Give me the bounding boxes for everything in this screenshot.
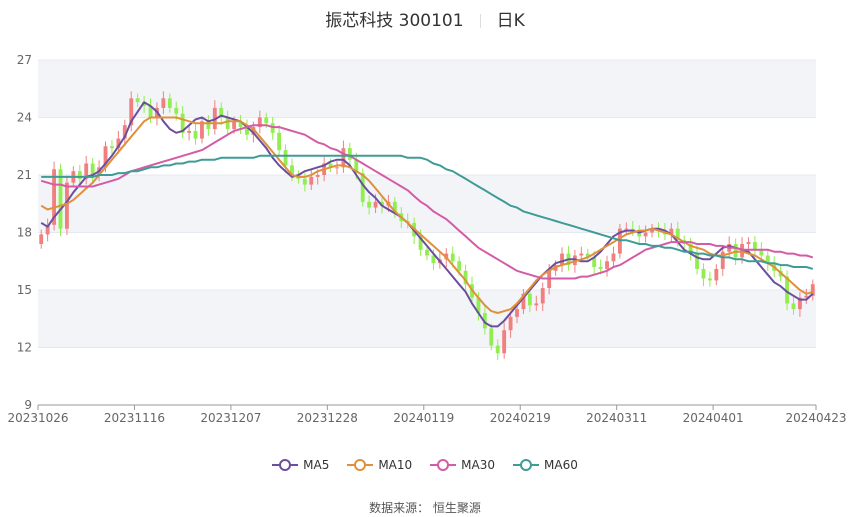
x-tick-label: 20240119 bbox=[393, 411, 454, 425]
candle-body bbox=[624, 228, 629, 230]
legend-marker-icon bbox=[430, 459, 457, 471]
candle-body bbox=[161, 98, 166, 108]
candle bbox=[707, 271, 712, 287]
candle-body bbox=[110, 146, 114, 149]
candle-body bbox=[540, 288, 545, 304]
candle-body bbox=[373, 201, 378, 208]
candle-body bbox=[701, 268, 706, 279]
x-tick-label: 20231207 bbox=[200, 411, 261, 425]
candle bbox=[335, 161, 339, 175]
y-tick-label: 15 bbox=[17, 283, 32, 297]
y-tick-label: 12 bbox=[17, 341, 32, 355]
legend-marker-icon bbox=[272, 459, 299, 471]
legend-label: MA5 bbox=[303, 458, 330, 472]
candle bbox=[695, 245, 699, 275]
candle-body bbox=[232, 121, 237, 129]
x-tick-label: 20231228 bbox=[297, 411, 358, 425]
candle-body bbox=[135, 98, 140, 103]
candle-body bbox=[367, 201, 372, 208]
candle-body bbox=[39, 234, 44, 244]
candle-body bbox=[187, 130, 192, 133]
candle-body bbox=[225, 117, 230, 129]
candle-body bbox=[643, 232, 648, 237]
candle bbox=[701, 263, 706, 287]
candle-body bbox=[508, 316, 513, 331]
candle bbox=[245, 119, 249, 141]
grid-band bbox=[38, 290, 816, 348]
candle-body bbox=[335, 167, 339, 169]
candle-body bbox=[450, 253, 455, 262]
candle-body bbox=[605, 261, 609, 269]
x-tick-label: 20240401 bbox=[683, 411, 744, 425]
candle bbox=[200, 116, 204, 144]
candle-body bbox=[714, 268, 719, 281]
data-source: 数据来源： 恒生聚源 bbox=[369, 501, 481, 515]
x-tick-label: 20240423 bbox=[785, 411, 846, 425]
candle-body bbox=[527, 293, 532, 306]
y-tick-label: 9 bbox=[24, 398, 32, 412]
candle-body bbox=[489, 328, 494, 346]
candle bbox=[277, 125, 282, 156]
candle-body bbox=[167, 98, 172, 108]
candle-body bbox=[302, 178, 307, 185]
legend-item-ma60[interactable]: MA60 bbox=[513, 458, 578, 472]
candle-body bbox=[309, 176, 314, 185]
candle bbox=[765, 249, 770, 271]
candle-body bbox=[264, 117, 269, 124]
y-tick-label: 27 bbox=[17, 53, 32, 67]
candle bbox=[270, 117, 275, 140]
candle-body bbox=[174, 107, 179, 114]
candle-body bbox=[283, 150, 288, 166]
candle-body bbox=[560, 253, 564, 266]
legend: MA5 MA10 MA30 MA60 bbox=[0, 458, 850, 475]
candle-body bbox=[65, 182, 69, 229]
legend-label: MA60 bbox=[544, 458, 578, 472]
candle bbox=[65, 175, 69, 235]
y-tick-label: 21 bbox=[17, 168, 32, 182]
candle bbox=[746, 237, 751, 249]
candle-body bbox=[457, 261, 462, 271]
candle-body bbox=[611, 253, 616, 262]
candle-body bbox=[425, 249, 429, 256]
candle-body bbox=[579, 253, 584, 256]
candle bbox=[611, 246, 616, 268]
grid-band bbox=[38, 175, 816, 233]
candle-body bbox=[58, 169, 63, 229]
legend-marker-icon bbox=[347, 459, 374, 471]
legend-item-ma5[interactable]: MA5 bbox=[272, 458, 329, 472]
candle-body bbox=[752, 242, 757, 250]
legend-label: MA30 bbox=[461, 458, 496, 472]
candle-body bbox=[193, 130, 198, 139]
candle-body bbox=[277, 132, 282, 151]
legend-label: MA10 bbox=[378, 458, 413, 472]
candle bbox=[193, 123, 198, 145]
candle bbox=[560, 247, 564, 273]
candle bbox=[605, 255, 609, 277]
candle-body bbox=[746, 242, 751, 244]
x-tick-label: 20231116 bbox=[104, 411, 165, 425]
candle-body bbox=[502, 330, 507, 354]
y-tick-label: 24 bbox=[17, 111, 32, 125]
candle-body bbox=[315, 175, 320, 177]
candlestick-chart: 9 12 15 18 21 24 27 20231026 20231116 20231207 202… bbox=[7, 53, 846, 425]
x-tick-label: 20240311 bbox=[586, 411, 647, 425]
y-tick-label: 18 bbox=[17, 226, 32, 240]
candle-body bbox=[598, 267, 603, 269]
candle bbox=[566, 245, 571, 271]
candle-body bbox=[791, 303, 796, 310]
candle-body bbox=[707, 278, 712, 281]
candle-body bbox=[534, 303, 539, 306]
candle bbox=[714, 264, 719, 286]
x-tick-label: 20240219 bbox=[490, 411, 551, 425]
candle-body bbox=[495, 345, 500, 354]
candle bbox=[752, 235, 757, 257]
candle bbox=[58, 163, 63, 237]
candle-body bbox=[347, 148, 352, 160]
legend-marker-icon bbox=[513, 459, 540, 471]
legend-item-ma10[interactable]: MA10 bbox=[347, 458, 412, 472]
x-tick-label: 20231026 bbox=[7, 411, 68, 425]
legend-item-ma30[interactable]: MA30 bbox=[430, 458, 495, 472]
candle bbox=[206, 115, 211, 136]
candle-body bbox=[515, 309, 519, 317]
